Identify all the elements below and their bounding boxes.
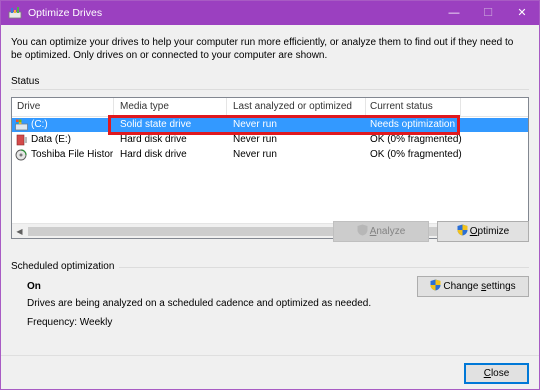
column-separator[interactable]	[460, 98, 461, 116]
media-type: Solid state drive	[120, 119, 192, 130]
analyze-label-rest: nalyze	[376, 226, 406, 237]
current-status: OK (0% fragmented)	[370, 149, 462, 160]
close-label-rest: lose	[490, 368, 510, 379]
change-settings-label-prefix: Change	[443, 281, 482, 292]
media-type: Hard disk drive	[120, 149, 187, 160]
scroll-left-icon[interactable]: ◀	[12, 224, 27, 239]
uac-shield-icon	[430, 279, 441, 291]
schedule-frequency: Frequency: Weekly	[27, 317, 113, 328]
optimize-accel: O	[469, 226, 478, 237]
drive-row-e[interactable]: Data (E:) Hard disk drive Never run OK (…	[12, 133, 528, 147]
column-separator[interactable]	[365, 98, 366, 116]
close-accel: C	[483, 368, 491, 379]
scheduled-section-label: Scheduled optimization	[11, 261, 114, 272]
current-status: Needs optimization	[370, 119, 456, 130]
close-window-button[interactable]: ✕	[505, 1, 539, 25]
dialog-body: You can optimize your drives to help you…	[1, 25, 539, 389]
current-status: OK (0% fragmented)	[370, 134, 462, 145]
optimize-button[interactable]: Optimize	[437, 221, 529, 242]
last-analyzed: Never run	[233, 149, 277, 160]
system-drive-icon	[15, 119, 28, 131]
drive-row-toshiba[interactable]: Toshiba File Histor... Hard disk drive N…	[12, 148, 528, 162]
schedule-description: Drives are being analyzed on a scheduled…	[27, 298, 372, 309]
change-settings-button[interactable]: Change settings	[417, 276, 529, 297]
minimize-button[interactable]: —	[437, 1, 471, 25]
column-header-last-analyzed[interactable]: Last analyzed or optimized	[233, 101, 352, 112]
media-type: Hard disk drive	[120, 134, 187, 145]
uac-shield-icon	[357, 224, 368, 236]
last-analyzed: Never run	[233, 119, 277, 130]
change-settings-label-rest: ettings	[486, 281, 516, 292]
column-separator[interactable]	[226, 98, 227, 116]
column-header-current-status[interactable]: Current status	[370, 101, 433, 112]
close-button[interactable]: Close	[464, 363, 529, 384]
optimize-label-rest: ptimize	[477, 226, 510, 237]
drives-list-header: Drive Media type Last analyzed or optimi…	[12, 98, 528, 117]
status-label-text: Status	[11, 76, 40, 87]
last-analyzed: Never run	[233, 134, 277, 145]
drives-list[interactable]: Drive Media type Last analyzed or optimi…	[11, 97, 529, 239]
defrag-app-icon	[8, 7, 22, 19]
drive-row-c[interactable]: (C:) Solid state drive Never run Needs o…	[12, 118, 528, 132]
column-separator[interactable]	[113, 98, 114, 116]
description-text: You can optimize your drives to help you…	[11, 37, 514, 61]
uac-shield-icon	[457, 224, 468, 236]
analyze-button[interactable]: Analyze	[333, 221, 429, 242]
scheduled-divider	[119, 267, 529, 268]
title-bar[interactable]: Optimize Drives — ☐ ✕	[1, 1, 539, 25]
maximize-button[interactable]: ☐	[471, 1, 505, 25]
status-divider	[11, 89, 529, 90]
backup-drive-icon	[15, 149, 27, 161]
column-header-drive[interactable]: Drive	[17, 101, 40, 112]
optimize-drives-window: Optimize Drives — ☐ ✕ You can optimize y…	[0, 0, 540, 390]
column-header-media-type[interactable]: Media type	[120, 101, 169, 112]
scheduled-label-text: Scheduled optimization	[11, 261, 115, 272]
drive-name: (C:)	[31, 119, 48, 130]
window-title: Optimize Drives	[28, 7, 103, 19]
status-section-label: Status	[11, 76, 39, 87]
schedule-state: On	[27, 281, 41, 292]
drive-name: Toshiba File Histor...	[31, 149, 113, 160]
dialog-footer: Close	[1, 355, 539, 389]
removable-drive-icon	[16, 134, 27, 146]
drive-name: Data (E:)	[31, 134, 72, 145]
